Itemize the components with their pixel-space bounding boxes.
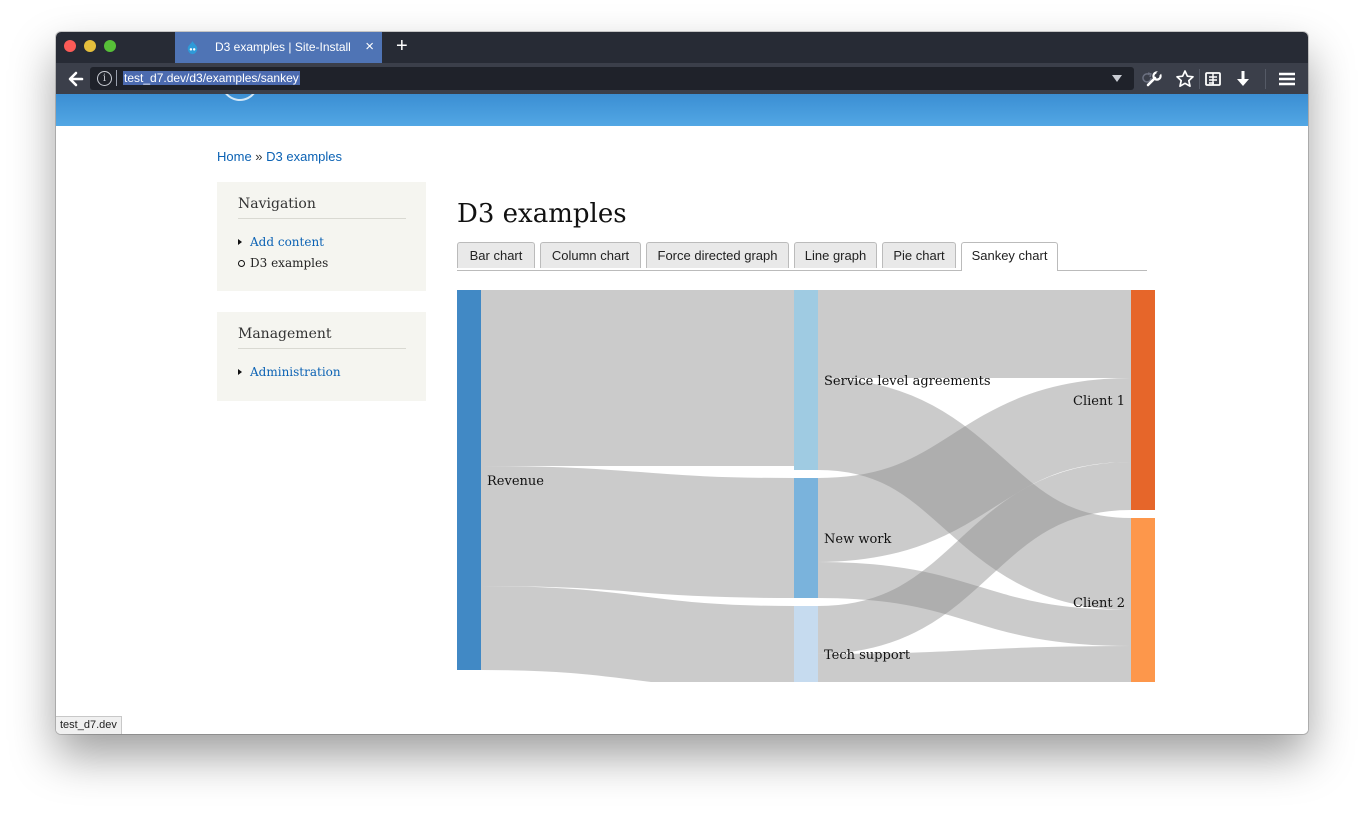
close-tab-icon[interactable]: × (365, 38, 374, 55)
sankey-link-revenue-newwork (480, 466, 795, 598)
sankey-node-revenue[interactable] (457, 290, 481, 670)
download-icon[interactable] (1233, 69, 1253, 89)
toolbar-separator (1199, 69, 1200, 89)
reader-view-icon[interactable] (1203, 69, 1223, 89)
url-divider (116, 70, 117, 86)
page-content: Home » D3 examples Navigation Add conten… (56, 94, 1308, 734)
wrench-icon[interactable] (1144, 69, 1164, 89)
navigation-block-title: Navigation (238, 196, 406, 219)
tab-sankey-chart[interactable]: Sankey chart (961, 242, 1058, 271)
drupal-icon (187, 40, 198, 55)
nav-item-label[interactable]: Administration (250, 365, 341, 379)
sankey-node-label-newwork: New work (824, 532, 891, 547)
sankey-node-label-client2: Client 2 (1073, 596, 1125, 611)
navigation-menu: Add content D3 examples (238, 234, 328, 276)
navigation-toolbar: i test_d7.dev/d3/examples/sankey (56, 63, 1308, 94)
hamburger-menu-icon[interactable] (1277, 69, 1297, 89)
tab-line-graph[interactable]: Line graph (794, 242, 877, 268)
sankey-node-label-service: Service level agreements (824, 374, 991, 389)
breadcrumb-home-link[interactable]: Home (217, 149, 252, 164)
sankey-link-revenue-techsupport (480, 586, 795, 682)
browser-window: D3 examples | Site-Install × + i test_d7… (56, 32, 1308, 734)
zoom-window-button[interactable] (104, 40, 116, 52)
breadcrumb-separator: » (251, 149, 267, 164)
sankey-node-label-techsupport: Tech support (824, 648, 911, 663)
navigation-block: Navigation Add content D3 examples (217, 182, 426, 291)
management-block: Management Administration (217, 312, 426, 401)
address-bar[interactable]: i test_d7.dev/d3/examples/sankey (90, 67, 1152, 90)
sankey-link-techsupport-client2 (817, 646, 1132, 682)
site-logo-icon[interactable] (216, 94, 266, 104)
sankey-node-label-client1: Client 1 (1073, 394, 1125, 409)
tab-bar: D3 examples | Site-Install × + (56, 32, 1308, 63)
sankey-node-label-revenue: Revenue (487, 474, 544, 489)
new-tab-button[interactable]: + (396, 35, 408, 58)
nav-item-label[interactable]: D3 examples (250, 256, 328, 270)
back-arrow-icon[interactable] (66, 69, 86, 89)
chevron-down-icon[interactable] (1111, 72, 1123, 84)
minimize-window-button[interactable] (84, 40, 96, 52)
info-icon[interactable]: i (97, 71, 112, 86)
nav-item-d3-examples[interactable]: D3 examples (238, 255, 328, 276)
sankey-node-client2[interactable] (1131, 518, 1155, 682)
site-header (56, 94, 1308, 126)
star-icon[interactable] (1175, 69, 1195, 89)
tab-force-directed-graph[interactable]: Force directed graph (646, 242, 789, 268)
chart-type-tabs: Bar chart Column chart Force directed gr… (457, 242, 1147, 271)
nav-item-administration[interactable]: Administration (238, 364, 341, 385)
management-menu: Administration (238, 364, 341, 385)
tab-title: D3 examples | Site-Install (215, 40, 351, 54)
sankey-node-client1[interactable] (1131, 290, 1155, 510)
collapsed-triangle-icon (238, 239, 242, 245)
sankey-node-techsupport[interactable] (794, 606, 818, 682)
leaf-circle-icon (238, 260, 245, 267)
management-block-title: Management (238, 326, 406, 349)
tab-bar-chart[interactable]: Bar chart (457, 242, 535, 268)
sankey-node-newwork[interactable] (794, 478, 818, 598)
browser-tab[interactable]: D3 examples | Site-Install × (175, 32, 382, 63)
breadcrumb-current-link[interactable]: D3 examples (266, 149, 342, 164)
nav-item-label[interactable]: Add content (250, 235, 324, 249)
page-title: D3 examples (457, 199, 627, 229)
sankey-node-service[interactable] (794, 290, 818, 470)
sankey-chart: Revenue Service level agreements New work T… (457, 290, 1155, 682)
status-bar-url: test_d7.dev (56, 716, 122, 734)
collapsed-triangle-icon (238, 369, 242, 375)
tab-column-chart[interactable]: Column chart (540, 242, 641, 268)
nav-item-add-content[interactable]: Add content (238, 234, 328, 255)
url-text[interactable]: test_d7.dev/d3/examples/sankey (123, 71, 300, 85)
close-window-button[interactable] (64, 40, 76, 52)
breadcrumb: Home » D3 examples (217, 149, 342, 164)
toolbar-separator (1265, 69, 1266, 89)
tab-pie-chart[interactable]: Pie chart (882, 242, 956, 268)
